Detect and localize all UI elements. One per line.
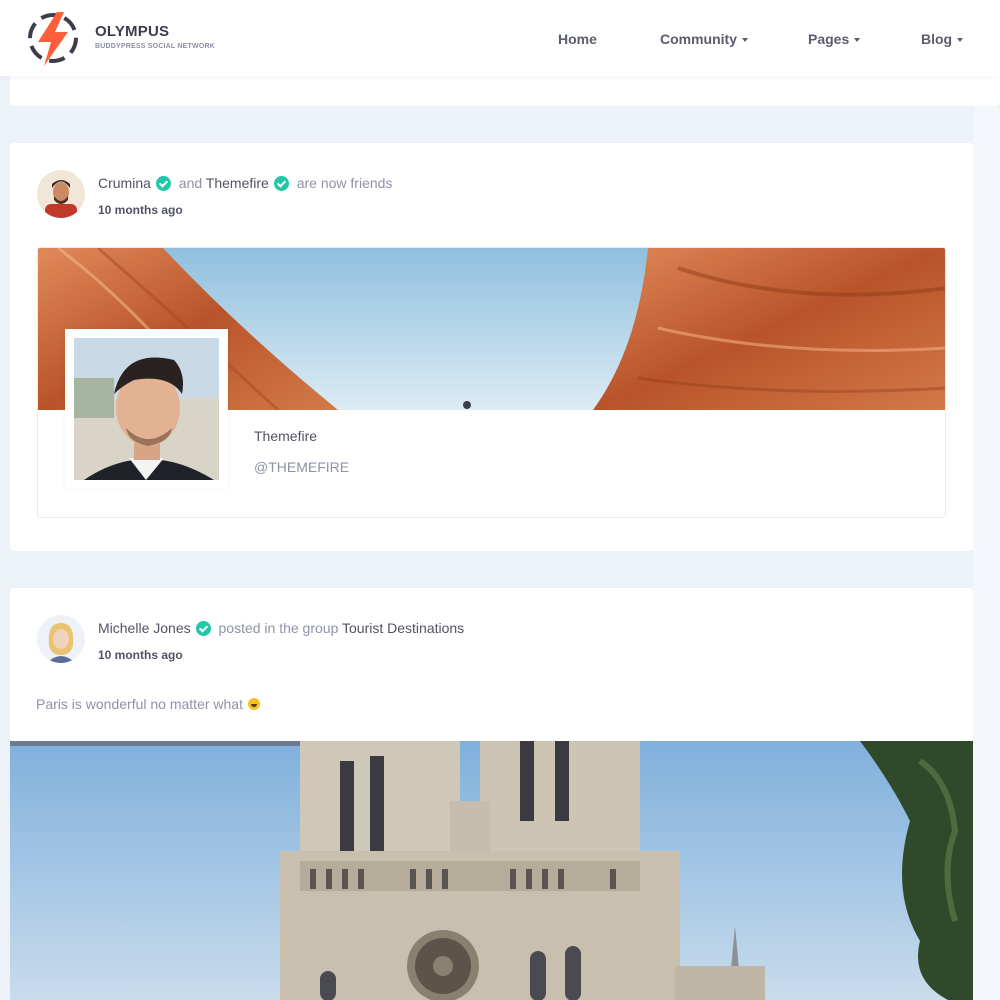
verified-icon bbox=[155, 176, 171, 191]
post-text: Paris is wonderful no matter what bbox=[36, 696, 260, 712]
profile-photo-image bbox=[74, 338, 219, 480]
nav-home-label: Home bbox=[558, 31, 597, 47]
activity-line-1: Crumina and Themefire are now friends bbox=[98, 175, 392, 191]
verified-icon bbox=[195, 621, 211, 636]
target-themefire[interactable]: Themefire bbox=[206, 175, 269, 191]
top-header: OLYMPUS BUDDYPRESS SOCIAL NETWORK Home C… bbox=[0, 0, 1000, 76]
action-text: are now friends bbox=[296, 175, 393, 191]
olympus-logo-icon[interactable] bbox=[24, 10, 82, 66]
action-text: posted in the group bbox=[218, 620, 339, 636]
activity-card-friendship: Crumina and Themefire are now friends 10… bbox=[10, 143, 973, 551]
caret-down-icon bbox=[854, 38, 861, 43]
caret-down-icon bbox=[957, 38, 964, 43]
friend-profile-card[interactable]: Themefire @THEMEFIRE bbox=[37, 247, 946, 518]
nav-home[interactable]: Home bbox=[558, 31, 597, 47]
post-photo-notre-dame[interactable] bbox=[10, 741, 973, 1000]
activity-line-2: Michelle Jones posted in the group Touri… bbox=[98, 620, 464, 636]
connector-text: and bbox=[178, 175, 203, 191]
avatar-crumina-image bbox=[37, 170, 85, 218]
friend-handle: @THEMEFIRE bbox=[254, 459, 350, 475]
timestamp[interactable]: 10 months ago bbox=[98, 203, 183, 217]
nav-pages[interactable]: Pages bbox=[808, 31, 861, 47]
friend-name[interactable]: Themefire bbox=[254, 428, 317, 444]
brand-tagline: BUDDYPRESS SOCIAL NETWORK bbox=[95, 43, 215, 50]
actor-michelle-jones[interactable]: Michelle Jones bbox=[98, 620, 191, 636]
avatar-michelle-image bbox=[37, 615, 85, 663]
friend-profile-picture[interactable] bbox=[65, 329, 228, 489]
actor-crumina[interactable]: Crumina bbox=[98, 175, 151, 191]
activity-card-group-post: Michelle Jones posted in the group Touri… bbox=[10, 588, 973, 1000]
grinning-emoji-icon bbox=[247, 698, 260, 710]
nav-blog-label: Blog bbox=[921, 31, 953, 47]
post-text-content: Paris is wonderful no matter what bbox=[36, 696, 243, 712]
verified-icon bbox=[273, 176, 289, 191]
avatar-crumina[interactable] bbox=[37, 170, 85, 218]
nav-community-label: Community bbox=[660, 31, 737, 47]
nav-community[interactable]: Community bbox=[660, 31, 748, 47]
avatar-michelle-jones[interactable] bbox=[37, 615, 85, 663]
nav-pages-label: Pages bbox=[808, 31, 850, 47]
previous-card-bottom bbox=[10, 76, 1000, 106]
group-link[interactable]: Tourist Destinations bbox=[342, 620, 464, 636]
timestamp[interactable]: 10 months ago bbox=[98, 648, 183, 662]
caret-down-icon bbox=[742, 38, 748, 43]
brand-name: OLYMPUS bbox=[95, 23, 170, 40]
page-right-edge bbox=[973, 106, 1000, 1000]
nav-blog[interactable]: Blog bbox=[921, 31, 964, 47]
